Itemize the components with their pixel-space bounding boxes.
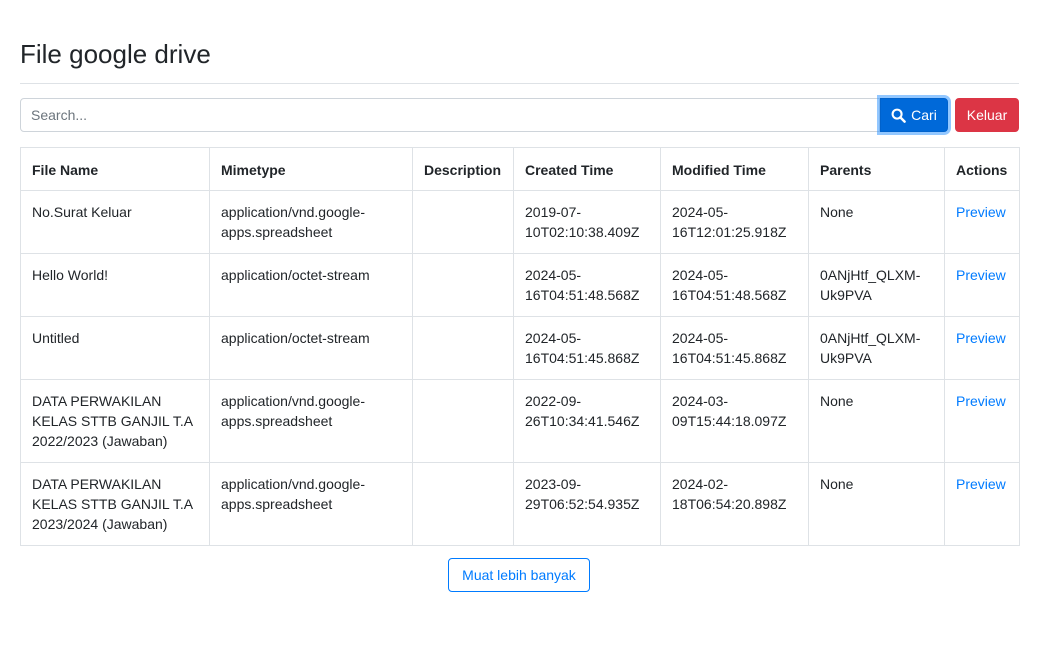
cell-file-name: Hello World! [20, 253, 210, 317]
page-title: File google drive [20, 39, 211, 69]
cell-file-name: DATA PERWAKILAN KELAS STTB GANJIL T.A 20… [20, 379, 210, 463]
search-button-label: Cari [911, 107, 937, 123]
cell-description [412, 379, 514, 463]
preview-link[interactable]: Preview [956, 393, 1006, 409]
table-row: DATA PERWAKILAN KELAS STTB GANJIL T.A 20… [20, 462, 1020, 546]
cell-created-time: 2024-05-16T04:51:45.868Z [513, 316, 661, 380]
cell-created-time: 2022-09-26T10:34:41.546Z [513, 379, 661, 463]
cell-mimetype: application/vnd.google-apps.spreadsheet [209, 190, 413, 254]
table-row: No.Surat Keluar application/vnd.google-a… [20, 190, 1020, 254]
cell-mimetype: application/octet-stream [209, 316, 413, 380]
header-created-time: Created Time [513, 147, 661, 191]
cell-parents: 0ANjHtf_QLXM-Uk9PVA [808, 253, 945, 317]
header-actions: Actions [944, 147, 1020, 191]
header-modified-time: Modified Time [660, 147, 809, 191]
files-table: File Name Mimetype Description Created T… [20, 147, 1020, 546]
cell-actions: Preview [944, 253, 1020, 317]
header-parents: Parents [808, 147, 945, 191]
cell-description [412, 316, 514, 380]
header-file-name: File Name [20, 147, 210, 191]
cell-file-name: DATA PERWAKILAN KELAS STTB GANJIL T.A 20… [20, 462, 210, 546]
preview-link[interactable]: Preview [956, 204, 1006, 220]
cell-description [412, 462, 514, 546]
cell-file-name: No.Surat Keluar [20, 190, 210, 254]
cell-created-time: 2019-07-10T02:10:38.409Z [513, 190, 661, 254]
cell-parents: 0ANjHtf_QLXM-Uk9PVA [808, 316, 945, 380]
cell-parents: None [808, 190, 945, 254]
search-button[interactable]: Cari [880, 98, 948, 132]
cell-actions: Preview [944, 190, 1020, 254]
header-mimetype: Mimetype [209, 147, 413, 191]
cell-mimetype: application/vnd.google-apps.spreadsheet [209, 462, 413, 546]
cell-mimetype: application/vnd.google-apps.spreadsheet [209, 379, 413, 463]
preview-link[interactable]: Preview [956, 267, 1006, 283]
logout-button[interactable]: Keluar [955, 98, 1019, 132]
table-row: DATA PERWAKILAN KELAS STTB GANJIL T.A 20… [20, 379, 1020, 463]
cell-modified-time: 2024-05-16T12:01:25.918Z [660, 190, 809, 254]
header-divider [20, 83, 1019, 84]
search-icon [891, 108, 906, 123]
header-description: Description [412, 147, 514, 191]
cell-mimetype: application/octet-stream [209, 253, 413, 317]
cell-actions: Preview [944, 379, 1020, 463]
cell-parents: None [808, 462, 945, 546]
cell-file-name: Untitled [20, 316, 210, 380]
cell-actions: Preview [944, 316, 1020, 380]
load-more-button[interactable]: Muat lebih banyak [448, 558, 590, 592]
cell-modified-time: 2024-05-16T04:51:48.568Z [660, 253, 809, 317]
preview-link[interactable]: Preview [956, 476, 1006, 492]
cell-created-time: 2023-09-29T06:52:54.935Z [513, 462, 661, 546]
cell-description [412, 253, 514, 317]
preview-link[interactable]: Preview [956, 330, 1006, 346]
table-row: Hello World! application/octet-stream 20… [20, 253, 1020, 317]
search-bar: Cari Keluar [20, 98, 1019, 132]
cell-created-time: 2024-05-16T04:51:48.568Z [513, 253, 661, 317]
cell-parents: None [808, 379, 945, 463]
cell-modified-time: 2024-05-16T04:51:45.868Z [660, 316, 809, 380]
search-input[interactable] [20, 98, 880, 132]
cell-modified-time: 2024-02-18T06:54:20.898Z [660, 462, 809, 546]
cell-description [412, 190, 514, 254]
cell-actions: Preview [944, 462, 1020, 546]
cell-modified-time: 2024-03-09T15:44:18.097Z [660, 379, 809, 463]
table-row: Untitled application/octet-stream 2024-0… [20, 316, 1020, 380]
table-header-row: File Name Mimetype Description Created T… [20, 147, 1020, 191]
